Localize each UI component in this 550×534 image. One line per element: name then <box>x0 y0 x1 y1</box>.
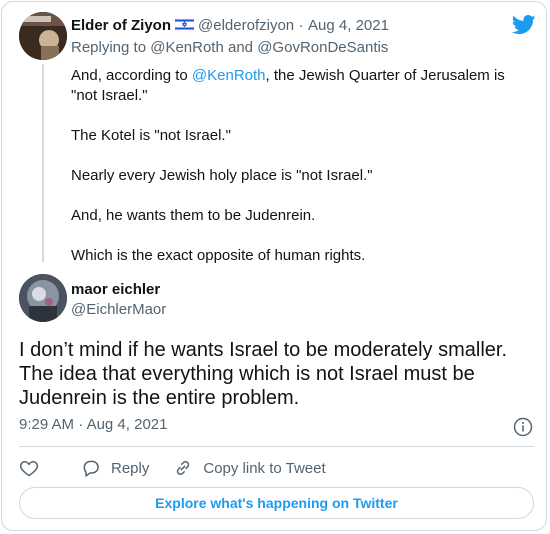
parent-paragraph-4: And, he wants them to be Judenrein. <box>71 207 316 224</box>
tweet-embed-card: Elder of Ziyon @elderofziyon · Aug 4, 202… <box>1 1 547 531</box>
main-date: Aug 4, 2021 <box>86 416 168 433</box>
main-text-line-2: The idea that everything which is not Is… <box>19 363 475 385</box>
main-dot-separator: · <box>78 416 84 433</box>
heart-icon <box>19 460 39 477</box>
main-author-handle[interactable]: @EichlerMaor <box>71 301 166 318</box>
p1-text-b: , the Jewish Quarter of Jerusalem is <box>265 67 505 84</box>
israel-flag-icon <box>175 18 195 32</box>
parent-dot-separator: · <box>298 17 304 34</box>
parent-paragraph-3: Nearly every Jewish holy place is "not I… <box>71 167 373 184</box>
parent-paragraph-1: And, according to @KenRoth, the Jewish Q… <box>71 66 521 106</box>
mention-kenroth-link[interactable]: @KenRoth <box>192 67 266 84</box>
replying-to-user-kenroth[interactable]: @KenRoth <box>150 39 224 56</box>
p1-text-a: And, according to <box>71 67 188 84</box>
thread-connector-line <box>42 64 44 262</box>
parent-paragraph-2: The Kotel is "not Israel." <box>71 127 231 144</box>
link-icon <box>177 460 190 476</box>
main-avatar-image <box>19 274 67 322</box>
parent-tweet-text: And, according to @KenRoth, the Jewish Q… <box>71 66 521 286</box>
replying-to-prefix: Replying to <box>71 39 147 56</box>
reply-button[interactable]: Reply <box>81 458 149 478</box>
main-author-name[interactable]: maor eichler <box>71 281 160 298</box>
main-tweet-text: I don’t mind if he wants Israel to be mo… <box>19 338 534 410</box>
p1-text-c: "not Israel." <box>71 87 148 104</box>
replying-to-and: and <box>228 39 254 56</box>
reply-label: Reply <box>111 459 150 477</box>
copy-link-label: Copy link to Tweet <box>203 459 326 477</box>
parent-author-handle[interactable]: @elderofziyon <box>198 17 294 34</box>
parent-author-name[interactable]: Elder of Ziyon <box>71 17 171 34</box>
parent-date[interactable]: Aug 4, 2021 <box>308 17 389 34</box>
replying-to-line: Replying to @KenRoth and @GovRonDeSantis <box>71 39 388 56</box>
main-text-line-3: Judenrein is the entire problem. <box>19 387 300 409</box>
replying-to-user-govrondesantis[interactable]: @GovRonDeSantis <box>257 39 388 56</box>
parent-paragraph-5: Which is the exact opposite of human rig… <box>71 247 366 264</box>
main-author-avatar[interactable] <box>19 274 67 322</box>
explore-twitter-button[interactable]: Explore what's happening on Twitter <box>19 487 534 519</box>
copy-link-button[interactable]: Copy link to Tweet <box>173 458 326 478</box>
main-time: 9:29 AM <box>19 416 75 433</box>
reply-bubble-icon <box>83 460 99 477</box>
twitter-bird-icon[interactable] <box>512 15 536 35</box>
actions-divider <box>19 446 534 447</box>
main-tweet-timestamp[interactable]: 9:29 AM · Aug 4, 2021 <box>19 416 167 433</box>
like-button[interactable] <box>19 458 49 478</box>
parent-avatar-image <box>19 12 67 60</box>
info-icon[interactable] <box>513 417 533 437</box>
main-text-line-1: I don’t mind if he wants Israel to be mo… <box>19 339 508 361</box>
parent-author-header: Elder of Ziyon @elderofziyon · Aug 4, 202… <box>71 17 389 35</box>
parent-author-avatar[interactable] <box>19 12 67 60</box>
tweet-actions-bar: Reply Copy link to Tweet <box>19 457 350 479</box>
